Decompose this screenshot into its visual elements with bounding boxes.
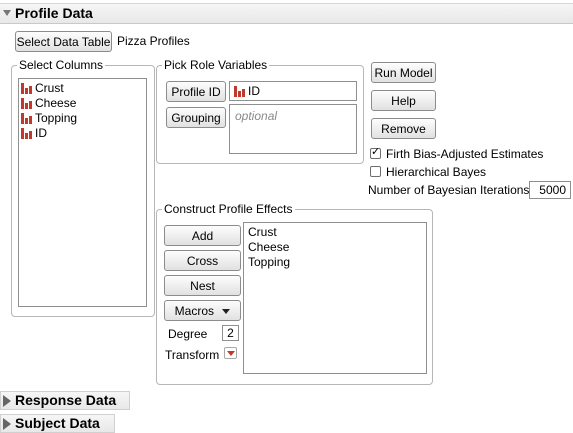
response-data-title: Response Data xyxy=(15,392,117,408)
degree-value: 2 xyxy=(227,326,234,340)
disclosure-closed-icon[interactable] xyxy=(3,395,11,407)
bayes-iter-label: Number of Bayesian Iterations xyxy=(368,183,530,197)
run-model-button[interactable]: Run Model xyxy=(371,62,436,83)
nominal-column-icon xyxy=(21,128,32,139)
column-item-cheese[interactable]: Cheese xyxy=(21,96,146,111)
nest-button[interactable]: Nest xyxy=(164,275,241,296)
transform-label: Transform xyxy=(165,348,220,362)
hier-bayes-checkbox[interactable] xyxy=(370,166,381,177)
grouping-field[interactable]: optional xyxy=(229,104,357,154)
disclosure-open-icon[interactable] xyxy=(3,10,11,16)
degree-label: Degree xyxy=(168,327,208,341)
select-data-table-button[interactable]: Select Data Table xyxy=(15,31,112,52)
profile-effects-list[interactable]: Crust Cheese Topping xyxy=(243,222,427,374)
select-columns-label: Select Columns xyxy=(17,58,106,72)
column-label: Cheese xyxy=(35,96,77,110)
add-button[interactable]: Add xyxy=(164,225,241,246)
grouping-button[interactable]: Grouping xyxy=(166,107,226,128)
firth-checkbox[interactable]: ✓ xyxy=(370,146,381,159)
bayes-iter-input[interactable]: 5000 xyxy=(529,181,571,199)
nominal-column-icon xyxy=(234,85,245,97)
column-item-crust[interactable]: Crust xyxy=(21,81,146,96)
remove-button[interactable]: Remove xyxy=(371,118,436,139)
select-columns-list[interactable]: Crust Cheese Topping ID xyxy=(18,78,147,307)
column-label: Topping xyxy=(35,111,78,125)
effect-item[interactable]: Crust xyxy=(248,225,426,240)
help-button[interactable]: Help xyxy=(371,90,436,111)
grouping-placeholder: optional xyxy=(235,109,278,123)
column-label: ID xyxy=(35,126,47,140)
dropdown-arrow-icon xyxy=(222,309,231,315)
construct-effects-label: Construct Profile Effects xyxy=(162,202,295,216)
macros-button[interactable]: Macros xyxy=(164,300,241,321)
hier-bayes-label: Hierarchical Bayes xyxy=(386,165,487,179)
effect-item[interactable]: Topping xyxy=(248,255,426,270)
nominal-column-icon xyxy=(21,83,32,94)
macros-label: Macros xyxy=(174,304,214,318)
profile-id-button[interactable]: Profile ID xyxy=(166,81,226,102)
firth-label: Firth Bias-Adjusted Estimates xyxy=(386,147,544,161)
nominal-column-icon xyxy=(21,113,32,124)
bayes-iter-value: 5000 xyxy=(539,183,566,197)
subject-data-title: Subject Data xyxy=(15,415,100,431)
profile-data-title: Profile Data xyxy=(15,5,93,21)
effect-item[interactable]: Cheese xyxy=(248,240,426,255)
checkmark-icon: ✓ xyxy=(371,146,381,158)
column-item-topping[interactable]: Topping xyxy=(21,111,146,126)
column-label: Crust xyxy=(35,81,64,95)
column-item-id[interactable]: ID xyxy=(21,126,146,141)
disclosure-closed-icon[interactable] xyxy=(3,418,11,430)
profile-id-field[interactable]: ID xyxy=(229,81,357,101)
cross-button[interactable]: Cross xyxy=(164,250,241,271)
nominal-column-icon xyxy=(21,98,32,109)
data-table-name: Pizza Profiles xyxy=(117,34,190,48)
profile-id-value: ID xyxy=(248,84,260,98)
degree-input[interactable]: 2 xyxy=(222,325,239,341)
pick-role-label: Pick Role Variables xyxy=(162,58,270,72)
transform-menu-icon[interactable] xyxy=(224,347,237,359)
